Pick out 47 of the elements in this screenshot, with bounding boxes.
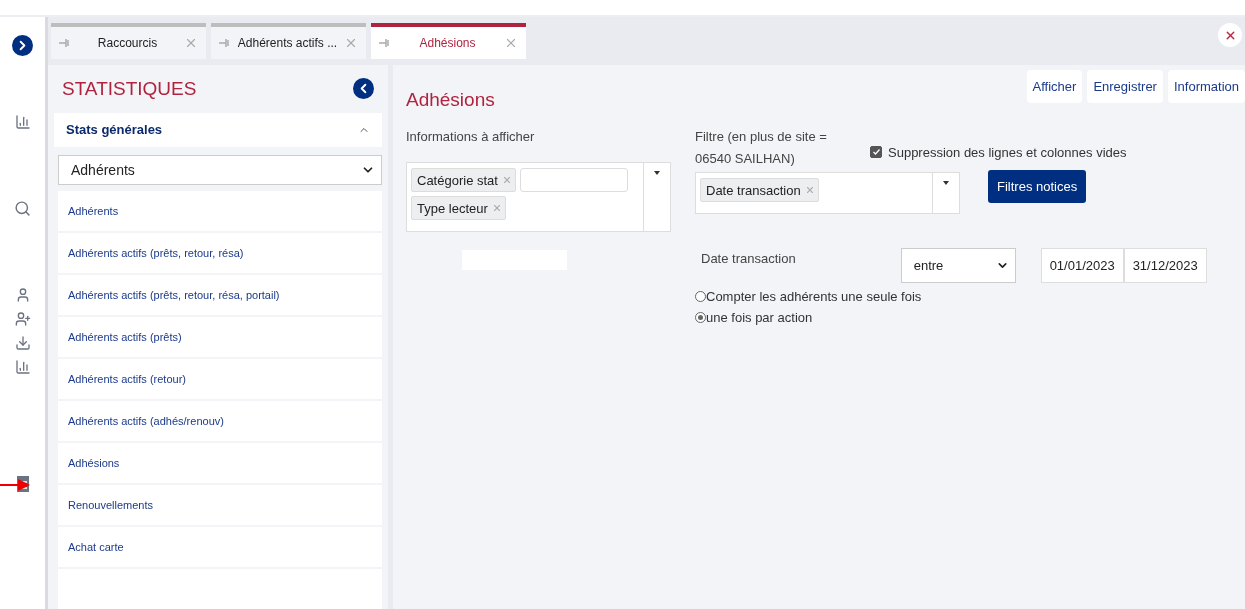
- collapse-button[interactable]: [353, 78, 374, 100]
- toolbar-button[interactable]: Information: [1167, 70, 1245, 103]
- stat-item[interactable]: Adhérents: [58, 191, 382, 231]
- radio[interactable]: [695, 291, 706, 302]
- radio[interactable]: [695, 312, 706, 323]
- filter-multiselect[interactable]: Date transaction: [695, 172, 960, 214]
- panel-title: STATISTIQUES: [62, 77, 197, 100]
- toolbar-button[interactable]: Enregistrer: [1087, 70, 1163, 103]
- field-label: Informations à afficher: [406, 128, 536, 146]
- toolbar-button[interactable]: Afficher: [1026, 70, 1083, 103]
- check-icon: [872, 149, 880, 155]
- checkbox[interactable]: [870, 146, 882, 158]
- tag: Catégorie stat: [411, 168, 516, 192]
- stat-item[interactable]: Adhérents actifs (prêts, retour, résa, portail): [58, 275, 382, 315]
- caret-icon[interactable]: [943, 181, 949, 185]
- field-label: Filtre (en plus de site = 06540 SAILHAN): [695, 128, 828, 168]
- operator-select[interactable]: entre: [900, 248, 1016, 283]
- checkbox-label[interactable]: Suppression des lignes et colonnes vides: [870, 134, 1127, 170]
- stat-item[interactable]: Adhérents actifs (prêts, retour, résa): [58, 233, 382, 273]
- page-title: Adhésions: [406, 89, 496, 111]
- tag: Type lecteur: [411, 196, 506, 220]
- stat-item[interactable]: Adhérents actifs (prêts): [58, 317, 382, 357]
- search-icon[interactable]: [14, 200, 31, 217]
- close-button[interactable]: [1218, 23, 1242, 47]
- date-field[interactable]: 31/12/2023: [1123, 248, 1207, 283]
- expand-button[interactable]: [12, 35, 33, 56]
- stat-item[interactable]: Adhérents actifs (adhés/renouv): [58, 401, 382, 441]
- filter-button[interactable]: Filtres notices: [988, 170, 1087, 203]
- stat-item[interactable]: Achat carte: [58, 527, 382, 567]
- caret-icon[interactable]: [654, 171, 660, 175]
- stat-item[interactable]: Renouvellements: [58, 485, 382, 525]
- date-field[interactable]: 01/01/2023: [1040, 248, 1124, 283]
- category-select[interactable]: Adhérents: [58, 155, 382, 185]
- bar-chart-icon[interactable]: [14, 359, 31, 375]
- tag-input[interactable]: [519, 168, 628, 192]
- user-plus-icon[interactable]: [14, 311, 31, 327]
- stat-item[interactable]: Adhésions: [58, 443, 382, 483]
- report-icon[interactable]: [14, 114, 31, 130]
- info-multiselect[interactable]: Catégorie stat Type lecteur: [406, 162, 671, 232]
- arrow-icon: [0, 478, 30, 492]
- field-label: Date transaction: [701, 250, 796, 268]
- section-header[interactable]: Stats générales: [54, 112, 382, 148]
- radio-option[interactable]: une fois par action: [695, 310, 1245, 325]
- tag: Date transaction: [700, 178, 819, 202]
- radio-option[interactable]: Compter les adhérents une seule fois: [695, 289, 1245, 304]
- stat-item[interactable]: Adhérents actifs (retour): [58, 359, 382, 399]
- download-icon[interactable]: [14, 335, 31, 351]
